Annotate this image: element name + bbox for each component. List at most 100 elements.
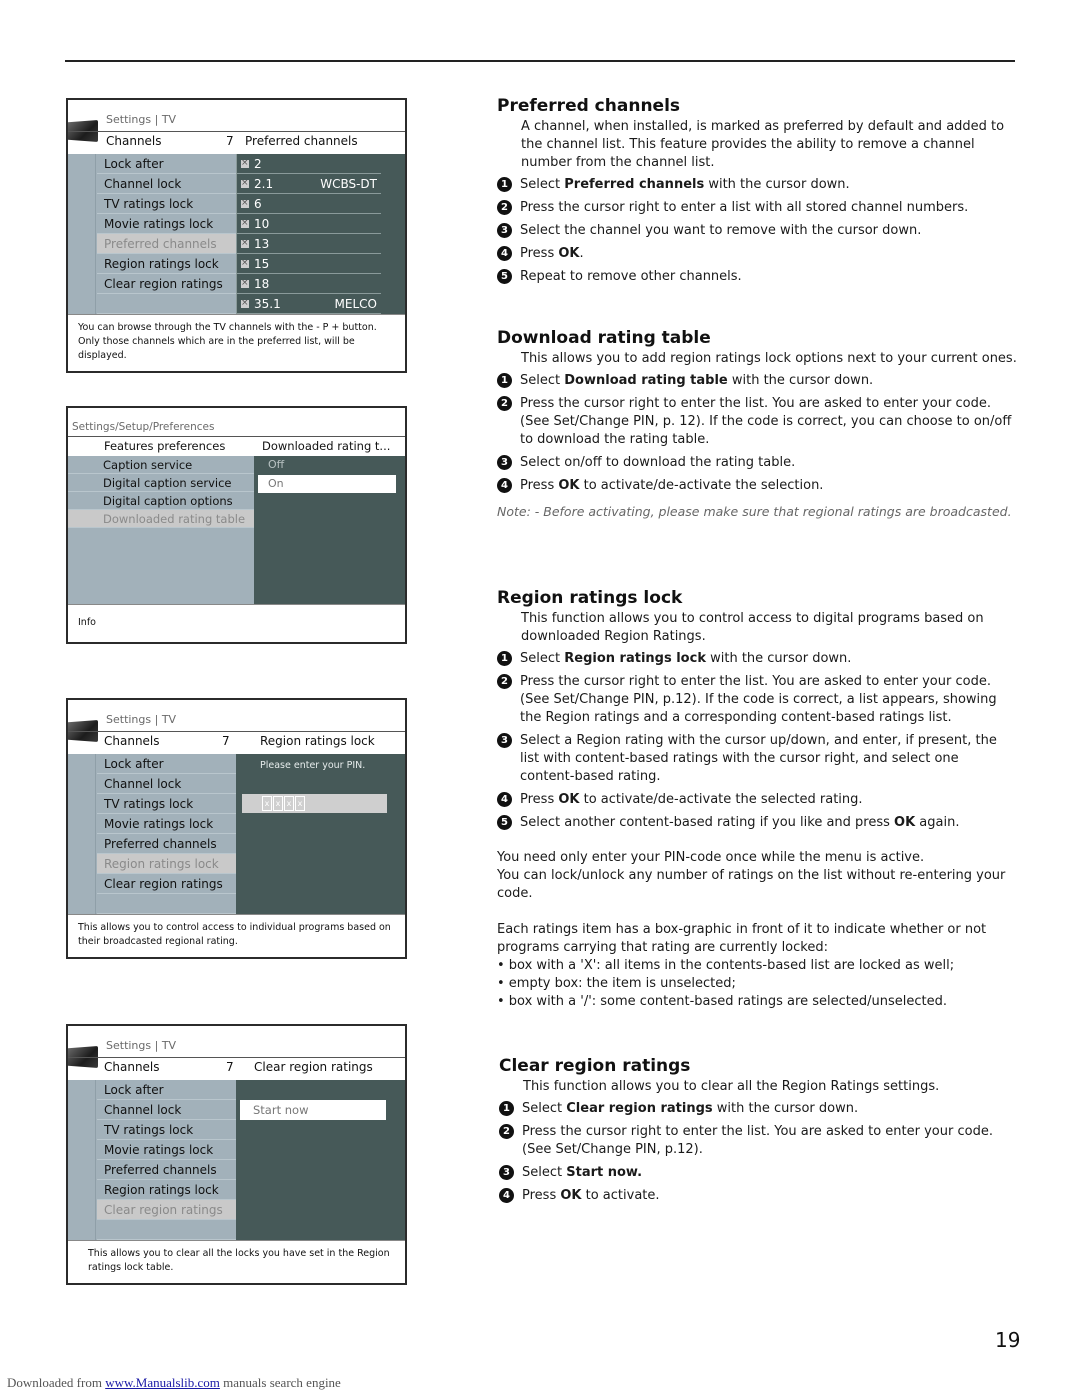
option-off[interactable]: Off bbox=[258, 456, 396, 474]
channel-number: 10 bbox=[254, 217, 270, 231]
menu-item[interactable]: TV ratings lock bbox=[97, 1120, 236, 1140]
submenu-value: Region ratings lock bbox=[260, 734, 375, 748]
section-intro: This allows you to add region ratings lo… bbox=[521, 351, 1017, 366]
menu-item-list: Lock after Channel lock TV ratings lock Mov… bbox=[68, 154, 236, 314]
step-text: Press OK to activate/de-activate the sel… bbox=[520, 791, 863, 809]
menu-item[interactable]: Lock after bbox=[97, 754, 236, 774]
channel-name bbox=[304, 254, 381, 273]
submenu-value: Clear region ratings bbox=[254, 1060, 373, 1074]
pin-digit: x bbox=[273, 796, 283, 811]
step-text-bold: OK bbox=[558, 792, 580, 807]
step-text-bold: Region ratings lock bbox=[564, 651, 706, 666]
download-footer: Downloaded from www.Manualslib.com manua… bbox=[7, 1375, 341, 1391]
option-on[interactable]: On bbox=[258, 475, 396, 493]
menu-item[interactable]: Digital caption options bbox=[68, 492, 254, 510]
section-intro: This function allows you to control acce… bbox=[521, 611, 984, 644]
step-item: 1 Select Clear region ratings with the cu… bbox=[499, 1100, 1019, 1118]
section-title: Download rating table bbox=[497, 328, 711, 348]
channel-name: WCBS-DT bbox=[320, 177, 377, 191]
menu-item[interactable]: Preferred channels bbox=[97, 234, 236, 254]
menu-item[interactable]: Clear region ratings bbox=[97, 1200, 236, 1220]
menu-item[interactable]: Downloaded rating table bbox=[68, 510, 254, 528]
section-intro: A channel, when installed, is marked as … bbox=[521, 119, 1005, 170]
step-text-part: Press bbox=[520, 246, 559, 261]
step-number-icon: 4 bbox=[499, 1188, 514, 1203]
step-number-icon: 4 bbox=[497, 792, 512, 807]
step-text-part: Select bbox=[520, 373, 565, 388]
menu-item[interactable]: TV ratings lock bbox=[97, 194, 236, 214]
menu-item[interactable]: Clear region ratings bbox=[97, 274, 236, 294]
channel-row[interactable]: 35.1 MELCO bbox=[236, 293, 381, 314]
step-number-icon: 2 bbox=[497, 674, 512, 689]
menu-item[interactable]: Preferred channels bbox=[97, 834, 236, 854]
step-text-part: to activate/de-activate the selected rat… bbox=[579, 792, 863, 807]
step-text-part: with the cursor down. bbox=[727, 373, 874, 388]
channel-row[interactable]: 15 bbox=[236, 253, 381, 274]
menu-item[interactable]: Clear region ratings bbox=[97, 874, 236, 894]
bullet-item: • empty box: the item is unselected; bbox=[497, 976, 736, 991]
note-text: Note: - Before activating, please make s… bbox=[497, 504, 1012, 519]
menu-item[interactable]: Caption service bbox=[68, 456, 254, 474]
step-item: 1 Select Region ratings lock with the cur… bbox=[497, 650, 1017, 668]
menu-item[interactable]: Movie ratings lock bbox=[97, 814, 236, 834]
step-number-icon: 3 bbox=[499, 1165, 514, 1180]
bullet-item: • box with a 'X': all items in the conte… bbox=[497, 958, 955, 973]
step-number-icon: 1 bbox=[497, 373, 512, 388]
section-clear-region-ratings: Clear region ratings This function allow… bbox=[499, 1057, 1019, 1210]
start-now-button[interactable]: Start now bbox=[240, 1100, 386, 1120]
menu-item[interactable]: Lock after bbox=[97, 154, 236, 174]
step-item: 2 Press the cursor right to enter the lis… bbox=[497, 395, 1017, 449]
step-text-part: Press the cursor right to enter the list… bbox=[520, 396, 1012, 447]
menu-item[interactable]: Channel lock bbox=[97, 174, 236, 194]
menu-item[interactable]: Channel lock bbox=[97, 774, 236, 794]
channel-name bbox=[304, 194, 381, 213]
step-item: 1 Select Preferred channels with the curs… bbox=[497, 176, 1017, 194]
manualslib-link[interactable]: www.Manualslib.com bbox=[105, 1375, 220, 1390]
menu-item-list: Lock after Channel lock TV ratings lock Mov… bbox=[68, 754, 236, 914]
step-text-bold: Clear region ratings bbox=[566, 1101, 713, 1116]
menu-item[interactable]: Channel lock bbox=[97, 1100, 236, 1120]
section-title: Region ratings lock bbox=[497, 588, 683, 608]
step-text: Press the cursor right to enter the list… bbox=[520, 395, 1017, 449]
step-number-icon: 2 bbox=[497, 200, 512, 215]
step-item: 3 Select on/off to download the rating ta… bbox=[497, 454, 1017, 472]
channel-row[interactable]: 13 bbox=[236, 233, 381, 254]
step-item: 5 Repeat to remove other channels. bbox=[497, 268, 1017, 286]
step-number-icon: 4 bbox=[497, 478, 512, 493]
channel-row[interactable]: 18 bbox=[236, 273, 381, 294]
checkbox-x-icon bbox=[241, 173, 249, 193]
step-text-part: with the cursor down. bbox=[704, 177, 850, 192]
menu-item[interactable]: Lock after bbox=[97, 1080, 236, 1100]
menu-header: Settings | TV Channels 7 Region ratings … bbox=[68, 700, 405, 754]
section-download-rating-table: Download rating table This allows you to… bbox=[497, 329, 1017, 521]
checkbox-x-icon bbox=[241, 233, 249, 253]
menu-item bbox=[97, 294, 236, 314]
step-text-part: Select bbox=[520, 177, 565, 192]
step-text-bold: OK bbox=[558, 246, 580, 261]
step-text-part: to activate. bbox=[581, 1188, 660, 1203]
menu-item[interactable]: Region ratings lock bbox=[97, 854, 236, 874]
step-item: 4 Press OK. bbox=[497, 245, 1017, 263]
menu-clear-region-ratings: Settings | TV Channels 7 Clear region ra… bbox=[66, 1024, 407, 1285]
channel-row[interactable]: 10 bbox=[236, 213, 381, 234]
pin-input[interactable]: x x x x bbox=[242, 794, 387, 813]
step-item: 2 Press the cursor right to enter a list … bbox=[497, 199, 1017, 217]
step-number-icon: 5 bbox=[497, 815, 512, 830]
menu-item[interactable]: Movie ratings lock bbox=[97, 1140, 236, 1160]
breadcrumb: Settings | TV bbox=[106, 113, 177, 126]
menu-item[interactable]: TV ratings lock bbox=[97, 794, 236, 814]
menu-item[interactable]: Region ratings lock bbox=[97, 1180, 236, 1200]
menu-item[interactable]: Digital caption service bbox=[68, 474, 254, 492]
menu-item[interactable]: Movie ratings lock bbox=[97, 214, 236, 234]
menu-item[interactable]: Preferred channels bbox=[97, 1160, 236, 1180]
channel-row[interactable]: 2.1 WCBS-DT bbox=[236, 173, 381, 194]
channel-row[interactable]: 2 bbox=[236, 153, 381, 174]
channel-row[interactable]: 6 bbox=[236, 193, 381, 214]
step-number-icon: 2 bbox=[499, 1124, 514, 1139]
step-item: 3 Select the channel you want to remove w… bbox=[497, 222, 1017, 240]
menu-item[interactable]: Region ratings lock bbox=[97, 254, 236, 274]
submenu-value: Preferred channels bbox=[245, 134, 358, 148]
step-number-icon: 5 bbox=[497, 269, 512, 284]
footer-suffix: manuals search engine bbox=[223, 1375, 341, 1390]
bullet-item: • box with a '/': some content-based rat… bbox=[497, 994, 947, 1009]
